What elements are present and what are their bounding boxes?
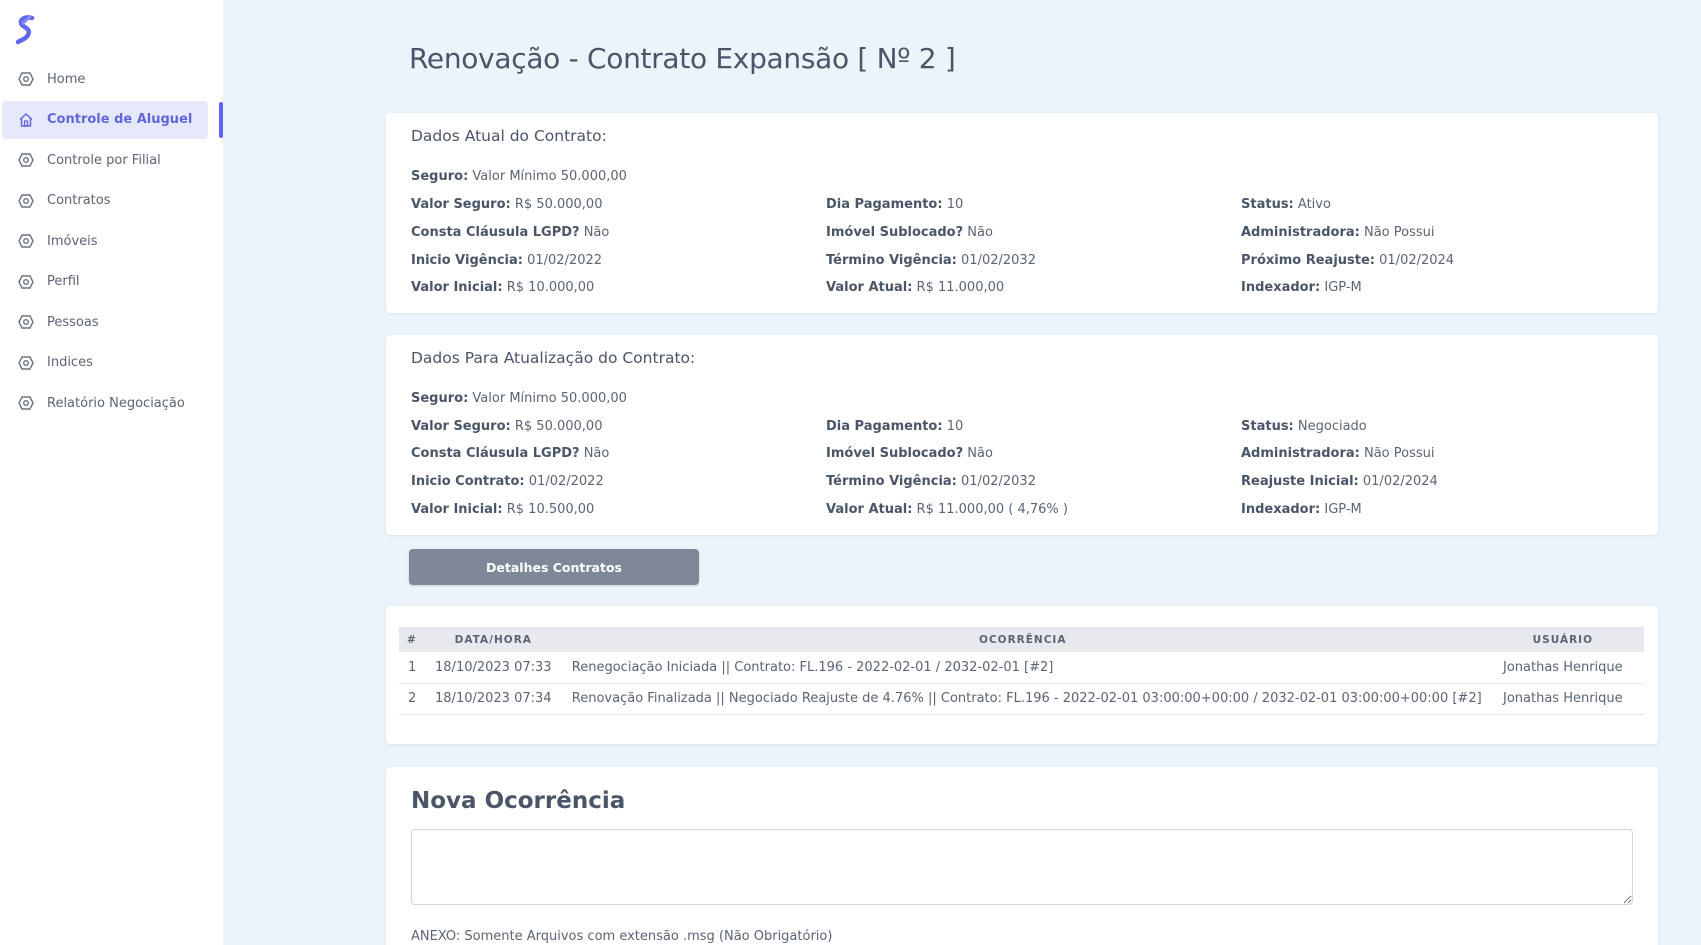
table-row: 2 18/10/2023 07:34 Renovação Finalizada … bbox=[399, 683, 1644, 715]
detalhes-contratos-button[interactable]: Detalhes Contratos bbox=[409, 549, 699, 585]
column-header: DATA/HORA bbox=[422, 627, 564, 652]
row-index: 2 bbox=[399, 683, 423, 715]
card-title: Dados Atual do Contrato: bbox=[411, 127, 607, 145]
sidebar: Home Controle de Aluguel Controle por Fi… bbox=[0, 0, 223, 945]
sidebar-item-controle-de-aluguel[interactable]: Controle de Aluguel bbox=[2, 100, 223, 139]
inicio-field: Inicio Vigência: 01/02/2022 bbox=[411, 253, 603, 268]
occurrence-textarea[interactable] bbox=[411, 829, 1633, 905]
update-contract-card: Dados Para Atualização do Contrato: Segu… bbox=[386, 335, 1658, 535]
row-user: Jonathas Henrique bbox=[1481, 683, 1644, 715]
column-header: USUÁRIO bbox=[1481, 627, 1644, 652]
card-title: Dados Para Atualização do Contrato: bbox=[411, 349, 696, 367]
row-user: Jonathas Henrique bbox=[1481, 652, 1644, 684]
valor-seguro-field: Valor Seguro: R$ 50.000,00 bbox=[411, 419, 603, 434]
table-header-row: # DATA/HORA OCORRÊNCIA USUÁRIO bbox=[399, 627, 1644, 652]
inicio-field: Inicio Contrato: 01/02/2022 bbox=[411, 474, 604, 489]
row-datetime: 18/10/2023 07:34 bbox=[422, 683, 564, 715]
lgpd-field: Consta Cláusula LGPD? Não bbox=[411, 446, 610, 461]
sidebar-item-label: Controle de Aluguel bbox=[47, 112, 193, 127]
reajuste-field: Reajuste Inicial: 01/02/2024 bbox=[1241, 474, 1438, 489]
hexagon-icon bbox=[18, 193, 34, 209]
sidebar-item-label: Controle por Filial bbox=[47, 152, 161, 168]
seguro-field: Seguro: Valor Mínimo 50.000,00 bbox=[411, 391, 627, 406]
current-contract-card: Dados Atual do Contrato: Seguro: Valor M… bbox=[386, 113, 1658, 313]
hexagon-icon bbox=[18, 274, 34, 290]
dia-pagamento-field: Dia Pagamento: 10 bbox=[826, 197, 964, 212]
status-field: Status: Negociado bbox=[1241, 419, 1367, 434]
sidebar-item-contratos[interactable]: Contratos bbox=[2, 182, 208, 220]
reajuste-field: Próximo Reajuste: 01/02/2024 bbox=[1241, 253, 1455, 268]
table-row: 1 18/10/2023 07:33 Renegociação Iniciada… bbox=[399, 652, 1644, 684]
new-occurrence-title: Nova Ocorrência bbox=[411, 788, 626, 814]
indexador-field: Indexador: IGP-M bbox=[1241, 280, 1362, 295]
row-occurrence: Renegociação Iniciada || Contrato: FL.19… bbox=[563, 652, 1482, 684]
sidebar-item-controle-por-filial[interactable]: Controle por Filial bbox=[2, 141, 208, 179]
sidebar-item-label: Pessoas bbox=[47, 314, 99, 330]
sidebar-item-pessoas[interactable]: Pessoas bbox=[2, 303, 208, 341]
sidebar-item-label: Indices bbox=[47, 355, 93, 370]
page-title: Renovação - Contrato Expansão [ Nº 2 ] bbox=[409, 42, 956, 75]
seguro-field: Seguro: Valor Mínimo 50.000,00 bbox=[411, 169, 627, 184]
hexagon-icon bbox=[18, 395, 34, 411]
main-content: Renovação - Contrato Expansão [ Nº 2 ] D… bbox=[223, 0, 1701, 945]
occurrences-card: # DATA/HORA OCORRÊNCIA USUÁRIO 1 18/10/2… bbox=[386, 606, 1658, 744]
sidebar-item-imoveis[interactable]: Imóveis bbox=[2, 222, 208, 260]
valor-atual-field: Valor Atual: R$ 11.000,00 ( 4,76% ) bbox=[826, 502, 1068, 517]
dia-pagamento-field: Dia Pagamento: 10 bbox=[826, 419, 964, 434]
sidebar-item-label: Contratos bbox=[47, 193, 111, 208]
hexagon-icon bbox=[18, 355, 34, 371]
termino-field: Término Vigência: 01/02/2032 bbox=[826, 474, 1036, 489]
sidebar-item-indices[interactable]: Indices bbox=[2, 344, 208, 382]
sidebar-nav: Home Controle de Aluguel Controle por Fi… bbox=[0, 60, 223, 425]
home-icon bbox=[18, 112, 34, 128]
indexador-field: Indexador: IGP-M bbox=[1241, 502, 1362, 517]
sidebar-item-label: Relatório Negociação bbox=[47, 395, 185, 411]
sidebar-item-label: Imóveis bbox=[47, 233, 98, 249]
hexagon-icon bbox=[18, 314, 34, 330]
logo-s-icon[interactable] bbox=[15, 15, 37, 45]
sidebar-item-perfil[interactable]: Perfil bbox=[2, 263, 208, 301]
sublocado-field: Imóvel Sublocado? Não bbox=[826, 446, 993, 461]
sidebar-item-home[interactable]: Home bbox=[2, 60, 208, 98]
attachment-label: ANEXO: Somente Arquivos com extensão .ms… bbox=[411, 929, 833, 944]
new-occurrence-card: Nova Ocorrência ANEXO: Somente Arquivos … bbox=[386, 767, 1658, 945]
hexagon-icon bbox=[18, 152, 34, 168]
sidebar-item-relatorio-negociacao[interactable]: Relatório Negociação bbox=[2, 384, 208, 422]
row-index: 1 bbox=[399, 652, 423, 684]
valor-inicial-field: Valor Inicial: R$ 10.000,00 bbox=[411, 280, 595, 295]
valor-atual-field: Valor Atual: R$ 11.000,00 bbox=[826, 280, 1005, 295]
sidebar-item-label: Perfil bbox=[47, 274, 80, 289]
column-header: # bbox=[399, 627, 423, 652]
hexagon-icon bbox=[18, 233, 34, 249]
hexagon-icon bbox=[18, 71, 34, 87]
sidebar-item-label: Home bbox=[47, 71, 86, 87]
occurrences-table: # DATA/HORA OCORRÊNCIA USUÁRIO 1 18/10/2… bbox=[399, 627, 1644, 715]
valor-inicial-field: Valor Inicial: R$ 10.500,00 bbox=[411, 502, 595, 517]
sublocado-field: Imóvel Sublocado? Não bbox=[826, 225, 993, 240]
lgpd-field: Consta Cláusula LGPD? Não bbox=[411, 225, 610, 240]
row-datetime: 18/10/2023 07:33 bbox=[422, 652, 564, 684]
row-occurrence: Renovação Finalizada || Negociado Reajus… bbox=[563, 683, 1482, 715]
column-header: OCORRÊNCIA bbox=[563, 627, 1482, 652]
administradora-field: Administradora: Não Possui bbox=[1241, 446, 1435, 461]
valor-seguro-field: Valor Seguro: R$ 50.000,00 bbox=[411, 197, 603, 212]
status-field: Status: Ativo bbox=[1241, 197, 1331, 212]
administradora-field: Administradora: Não Possui bbox=[1241, 225, 1435, 240]
termino-field: Término Vigência: 01/02/2032 bbox=[826, 253, 1036, 268]
